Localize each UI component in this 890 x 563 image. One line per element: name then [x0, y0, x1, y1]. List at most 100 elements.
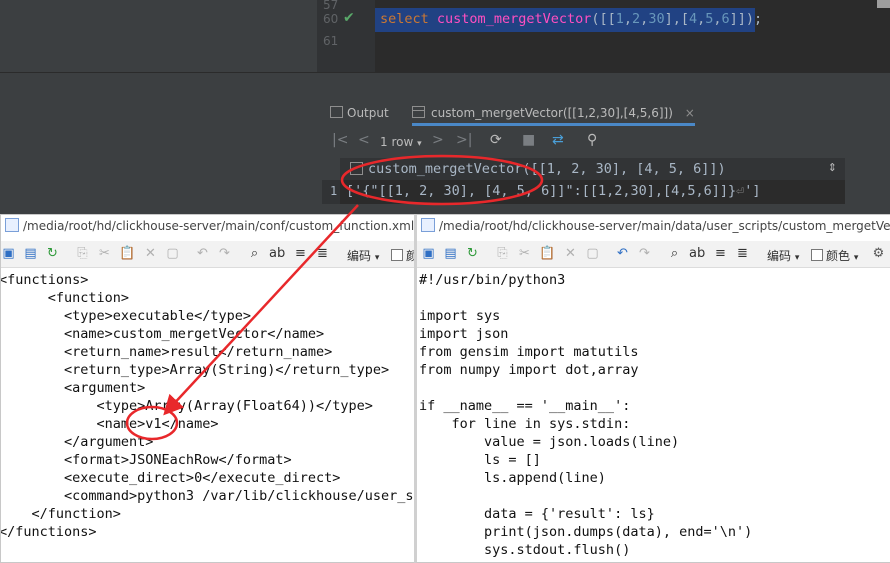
select-all-icon[interactable]: ▢	[585, 246, 600, 261]
window-title: /media/root/hd/clickhouse-server/main/da…	[439, 219, 890, 233]
indent-icon[interactable]: ≡	[713, 246, 728, 261]
xml-content[interactable]: <functions> <function> <type>executable<…	[1, 271, 415, 562]
paste-icon[interactable]: 📋	[539, 246, 555, 261]
encoding-label: 编码	[347, 249, 372, 263]
code-line: ls.append(line)	[419, 470, 606, 486]
code-line: <name>v1</name>	[0, 416, 219, 432]
code-line: #!/usr/bin/python3	[419, 272, 566, 288]
code-punct: ,	[713, 11, 722, 27]
column-header-label: custom_mergetVector([[1, 2, 30], [4, 5, …	[368, 161, 726, 177]
sql-statement[interactable]: select custom_mergetVector([[1,2,30],[4,…	[380, 11, 762, 27]
code-number: 6	[721, 11, 730, 27]
code-line: value = json.loads(line)	[419, 434, 680, 450]
first-page-icon[interactable]: |<	[332, 132, 348, 148]
color-toggle[interactable]: 颜	[391, 247, 415, 264]
cut-icon[interactable]: ✂	[517, 246, 532, 261]
cell-value: ['{"[[1, 2, 30], [4, 5, 6]]":[[1,2,30],[…	[346, 183, 761, 199]
indent-icon[interactable]: ≡	[293, 246, 308, 261]
window-title-bar[interactable]: /media/root/hd/clickhouse-server/main/co…	[1, 215, 415, 237]
result-tabs: Output custom_mergetVector([[1,2,30],[4,…	[322, 100, 890, 126]
undo-icon[interactable]: ↶	[615, 246, 630, 261]
encoding-dropdown[interactable]: 编码 ▾	[767, 247, 799, 264]
prev-page-icon[interactable]: <	[358, 132, 370, 148]
code-line: import json	[419, 326, 509, 342]
code-line: <name>custom_mergetVector</name>	[0, 326, 325, 342]
python-content[interactable]: #!/usr/bin/python3 import sys import jso…	[417, 271, 890, 562]
outdent-icon[interactable]: ≣	[315, 246, 330, 261]
delete-icon[interactable]: ✕	[563, 246, 578, 261]
delete-icon[interactable]: ✕	[143, 246, 158, 261]
save-icon[interactable]: ▣	[421, 246, 436, 261]
refresh-icon[interactable]: ⟳	[490, 132, 502, 148]
replace-icon[interactable]: ab	[269, 246, 285, 261]
stop-icon[interactable]: ■	[522, 132, 535, 148]
cell-text: ['{"[[1, 2, 30], [4, 5, 6]]":[[1,2,30],[…	[346, 183, 737, 199]
sort-icon[interactable]: ⇕	[828, 161, 837, 174]
code-line: <execute_direct>0</execute_direct>	[0, 470, 341, 486]
code-line: print(json.dumps(data), end='\n')	[419, 524, 753, 540]
select-all-icon[interactable]: ▢	[165, 246, 180, 261]
tab-output[interactable]: Output	[330, 100, 389, 126]
code-line: ls = []	[419, 452, 541, 468]
code-line: <type>Array(Array(Float64))</type>	[0, 398, 373, 414]
line-number: 60	[323, 12, 339, 26]
find-icon[interactable]: ⌕	[667, 246, 682, 261]
editor-gutter: 57 60 ✔ 61	[317, 0, 375, 72]
color-dropdown[interactable]: 颜色 ▾	[811, 247, 858, 264]
last-page-icon[interactable]: >|	[456, 132, 472, 148]
save-all-icon[interactable]: ▤	[23, 246, 38, 261]
code-line: from numpy import dot,array	[419, 362, 639, 378]
code-line: <type>executable</type>	[0, 308, 251, 324]
compare-icon[interactable]: ⇄	[552, 132, 564, 148]
close-icon[interactable]: ×	[685, 106, 695, 120]
encoding-label: 编码	[767, 249, 792, 263]
pin-icon[interactable]: ⚲	[587, 132, 597, 148]
code-number: 30	[648, 11, 665, 27]
row-gutter: 1	[322, 180, 340, 204]
save-icon[interactable]: ▣	[1, 246, 16, 261]
code-punct: ([[	[591, 11, 616, 27]
window-title-bar[interactable]: /media/root/hd/clickhouse-server/main/da…	[417, 215, 890, 237]
scrollbar-marker[interactable]	[877, 0, 890, 8]
find-icon[interactable]: ⌕	[247, 246, 262, 261]
cut-icon[interactable]: ✂	[97, 246, 112, 261]
column-header[interactable]: custom_mergetVector([[1, 2, 30], [4, 5, …	[340, 158, 845, 181]
reload-icon[interactable]: ↻	[465, 246, 480, 261]
document-icon	[5, 218, 19, 232]
result-cell[interactable]: ['{"[[1, 2, 30], [4, 5, 6]]":[[1,2,30],[…	[340, 180, 845, 204]
encoding-dropdown[interactable]: 编码 ▾	[347, 247, 379, 264]
result-panel: Output custom_mergetVector([[1,2,30],[4,…	[0, 100, 890, 220]
redo-icon[interactable]: ↷	[217, 246, 232, 261]
tab-label: Output	[347, 106, 389, 120]
code-line: <argument>	[0, 380, 146, 396]
redo-icon[interactable]: ↷	[637, 246, 652, 261]
checkbox-icon[interactable]	[391, 249, 403, 261]
code-punct: ]]);	[729, 11, 763, 27]
copy-icon[interactable]: ⎘	[75, 246, 90, 261]
undo-icon[interactable]: ↶	[195, 246, 210, 261]
panel-divider[interactable]	[0, 72, 890, 101]
paste-icon[interactable]: 📋	[119, 246, 135, 261]
ide-editor: 57 60 ✔ 61 select custom_mergetVector([[1…	[0, 0, 890, 72]
code-number: 1	[615, 11, 624, 27]
code-line: from gensim import matutils	[419, 344, 639, 360]
next-page-icon[interactable]: >	[432, 132, 444, 148]
gutter-line: 61	[317, 30, 375, 52]
chevron-down-icon: ▾	[853, 253, 859, 263]
check-icon: ✔	[343, 10, 355, 26]
row-number: 1	[330, 184, 338, 198]
code-line: for line in sys.stdin:	[419, 416, 631, 432]
save-all-icon[interactable]: ▤	[443, 246, 458, 261]
code-line: </functions>	[0, 524, 97, 540]
reload-icon[interactable]: ↻	[45, 246, 60, 261]
gear-icon[interactable]: ⚙	[871, 246, 886, 261]
code-line: <command>python3 /var/lib/clickhouse/use…	[0, 488, 416, 504]
checkbox-icon[interactable]	[811, 249, 823, 261]
copy-icon[interactable]: ⎘	[495, 246, 510, 261]
outdent-icon[interactable]: ≣	[735, 246, 750, 261]
color-label: 颜色	[826, 249, 851, 263]
code-line: <format>JSONEachRow</format>	[0, 452, 292, 468]
rows-count-select[interactable]: 1 row ▾	[380, 135, 422, 149]
tab-query-result[interactable]: custom_mergetVector([[1,2,30],[4,5,6]]) …	[412, 100, 695, 126]
replace-icon[interactable]: ab	[689, 246, 705, 261]
